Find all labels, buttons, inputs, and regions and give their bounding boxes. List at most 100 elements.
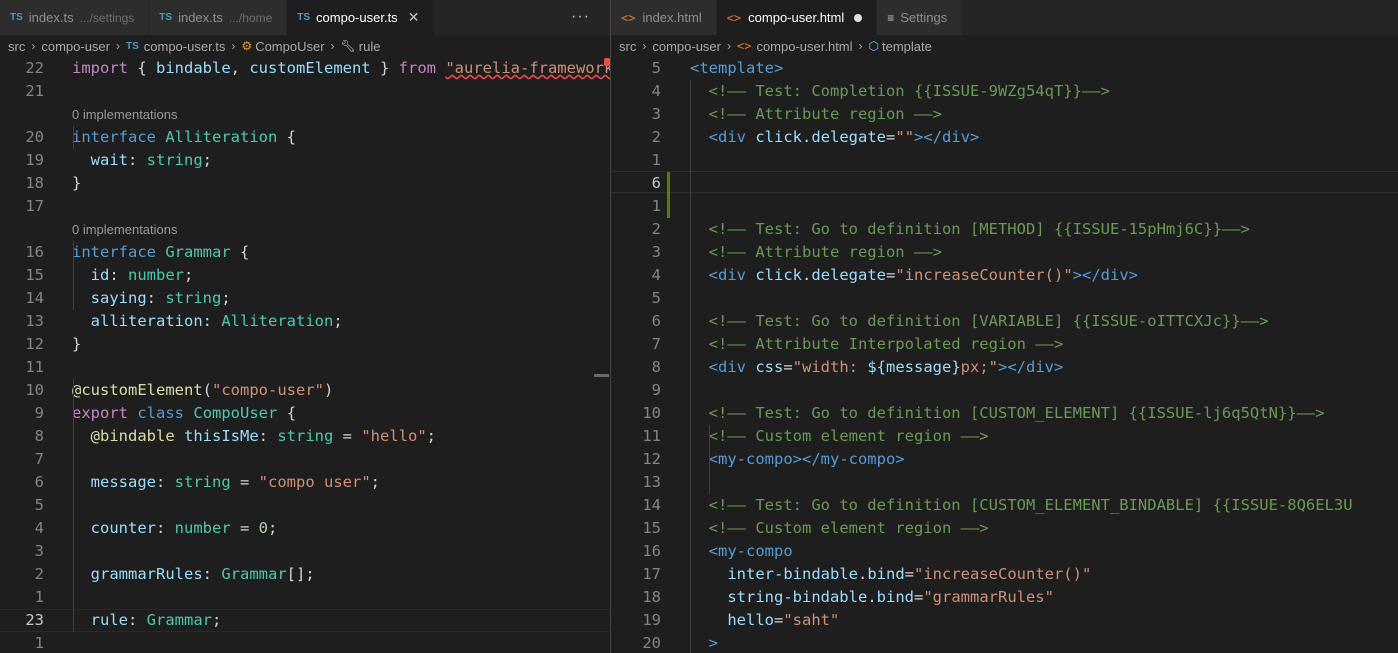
code-line[interactable]: 5 [0,494,610,517]
line-number: 2 [651,220,661,238]
code-token: = [913,588,924,606]
breadcrumb-symbol[interactable]: rule [359,39,381,54]
code-line[interactable]: 1 [611,149,1398,172]
code-line[interactable]: 23 rule: Grammar; [0,609,610,632]
code-line[interactable]: 16 interface Grammar { [0,241,610,264]
code-line[interactable]: 17 [0,195,610,218]
code-line[interactable]: 3 <!—— Attribute region ——> [611,241,1398,264]
breadcrumb-folder[interactable]: src [619,39,636,54]
code-text: <div click.delegate=""></div> [690,126,980,149]
tab-index-ts-home[interactable]: TS index.ts .../home [149,0,288,35]
code-editor[interactable]: 5 <template> 4 <!—— Test: Completion {{ISS… [611,57,1398,653]
code-line[interactable]: 5 [611,287,1398,310]
line-number: 11 [642,427,661,445]
code-line[interactable]: 8 @bindable thisIsMe: string = "hello"; [0,425,610,448]
html-file-icon: <> [736,39,752,53]
breadcrumb-file[interactable]: compo-user.ts [144,39,226,54]
code-line[interactable]: 8 <div css="width: ${message}px;"></div> [611,356,1398,379]
tab-label: index.html [642,10,702,25]
code-line[interactable]: 1 [0,586,610,609]
code-token: []; [286,565,315,583]
code-line[interactable]: 4 <!—— Test: Completion {{ISSUE-9WZg54qT… [611,80,1398,103]
code-token: = [774,611,784,629]
line-number: 5 [651,289,661,307]
code-line[interactable]: 13 [611,471,1398,494]
code-token: = [886,128,896,146]
codelens-implementations[interactable]: 0 implementations [72,216,178,239]
code-line[interactable]: 22 import { bindable, customElement } fro… [0,57,610,80]
close-icon[interactable]: ✕ [408,9,420,26]
tab-index-ts-settings[interactable]: TS index.ts .../settings [0,0,150,35]
line-number: 12 [642,450,661,468]
code-line[interactable]: 7 [0,448,610,471]
code-line[interactable]: 1 [611,195,1398,218]
tab-compo-user-ts[interactable]: TS compo-user.ts ✕ [287,0,435,35]
code-line[interactable]: 14 saying: string; [0,287,610,310]
breadcrumb-folder[interactable]: src [8,39,25,54]
code-line[interactable]: 6 message: string = "compo user"; [0,471,610,494]
code-line[interactable]: 16 <my-compo [611,540,1398,563]
code-line[interactable]: 11 [0,356,610,379]
line-number: 3 [651,243,661,261]
breadcrumb-symbol[interactable]: template [882,39,932,54]
code-line[interactable]: 12} [0,333,610,356]
code-line[interactable]: 19 hello="saht" [611,609,1398,632]
code-line[interactable]: 1 [0,632,610,653]
code-line[interactable]: 10 @customElement("compo-user") [0,379,610,402]
code-line[interactable]: 18 string-bindable.bind="grammarRules" [611,586,1398,609]
code-token: string [277,427,334,445]
code-line[interactable]: 19 wait: string; [0,149,610,172]
breadcrumb-folder[interactable]: compo-user [652,39,721,54]
code-line[interactable]: 20 > [611,632,1398,653]
code-token: ; [221,289,231,307]
code-line[interactable]: 20 interface Alliteration { [0,126,610,149]
line-number: 18 [25,174,44,192]
code-line[interactable]: 4 counter: number = 0; [0,517,610,540]
code-line[interactable]: 11 <!—— Custom element region ——> [611,425,1398,448]
code-editor[interactable]: 0 implementations 0 implementations 22 impo… [0,57,610,653]
code-line[interactable]: 4 <div click.delegate="increaseCounter()… [611,264,1398,287]
more-actions-icon[interactable]: ··· [571,8,590,26]
code-line[interactable]: 12 <my-compo></my-compo> [611,448,1398,471]
unsaved-dot-icon[interactable] [854,13,863,22]
tab-index-html[interactable]: <> index.html [611,0,717,35]
code-line[interactable]: 17 inter-bindable.bind="increaseCounter(… [611,563,1398,586]
code-token: { [277,404,297,422]
git-added-marker[interactable] [667,172,670,218]
scrollbar-thumb[interactable] [594,374,609,377]
code-line[interactable]: 2 grammarRules: Grammar[]; [0,563,610,586]
code-line[interactable]: 6 [611,172,1398,195]
breadcrumb-symbol[interactable]: CompoUser [255,39,324,54]
code-line[interactable]: 15 id: number; [0,264,610,287]
code-line[interactable]: 9 [611,379,1398,402]
code-text: <!—— Custom element region ——> [690,425,989,448]
line-number: 20 [642,634,661,652]
code-line[interactable]: 2 <div click.delegate=""></div> [611,126,1398,149]
code-line[interactable]: 21 [0,80,610,103]
code-line[interactable]: 15 <!—— Custom element region ——> [611,517,1398,540]
code-line[interactable]: 13 alliteration: Alliteration; [0,310,610,333]
code-line[interactable]: 18} [0,172,610,195]
code-line[interactable]: 6 <!—— Test: Go to definition [VARIABLE]… [611,310,1398,333]
code-line[interactable]: 5 <template> [611,57,1398,80]
code-line[interactable]: 9 export class CompoUser { [0,402,610,425]
codelens-implementations[interactable]: 0 implementations [72,101,178,124]
tab-compo-user-html[interactable]: <> compo-user.html [716,0,878,35]
code-token: <!—— Test: Go to definition [CUSTOM_ELEM… [708,496,1353,514]
tab-settings[interactable]: ≡ Settings [877,0,963,35]
breadcrumb-folder[interactable]: compo-user [41,39,110,54]
code-line[interactable]: 10 <!—— Test: Go to definition [CUSTOM_E… [611,402,1398,425]
code-line[interactable]: 2 <!—— Test: Go to definition [METHOD] {… [611,218,1398,241]
breadcrumb-file[interactable]: compo-user.html [756,39,852,54]
code-token: hello [727,611,774,629]
code-line[interactable]: 3 <!—— Attribute region ——> [611,103,1398,126]
code-line[interactable]: 3 [0,540,610,563]
code-line[interactable]: 7 <!—— Attribute Interpolated region ——> [611,333,1398,356]
code-line[interactable]: 14 <!—— Test: Go to definition [CUSTOM_E… [611,494,1398,517]
line-number: 20 [25,128,44,146]
